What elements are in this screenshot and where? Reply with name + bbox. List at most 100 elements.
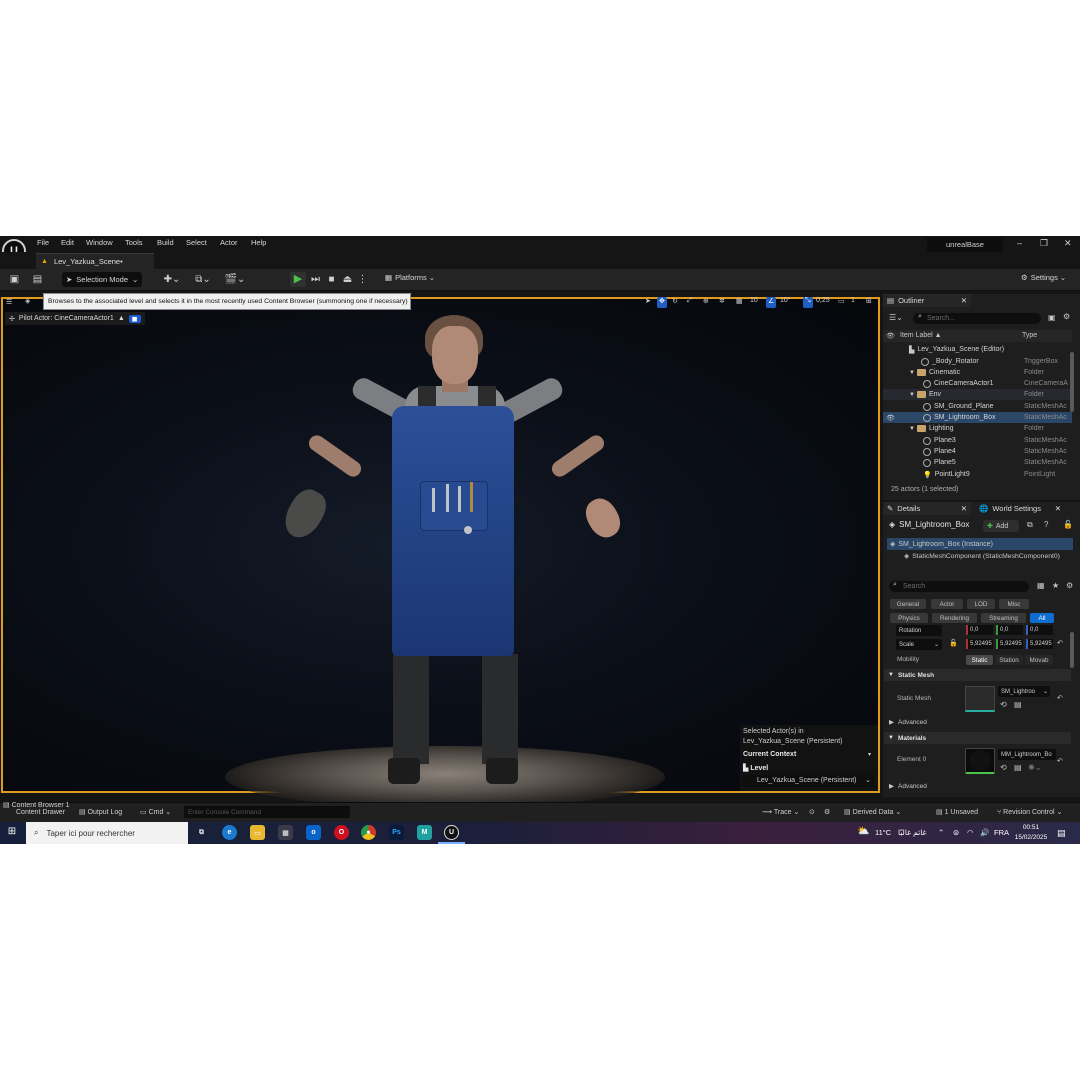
rotation-y-field[interactable]: 0,0 bbox=[996, 625, 1023, 635]
console-input[interactable]: Enter Console Command bbox=[184, 806, 350, 818]
close-icon[interactable]: ✕ bbox=[1055, 504, 1061, 513]
tree-row[interactable]: ▼ Lighting Folder bbox=[883, 423, 1072, 434]
rotate-tool-icon[interactable]: ↻ bbox=[672, 297, 678, 308]
perspective-icon[interactable]: ◈ bbox=[25, 297, 30, 308]
scale-x-field[interactable]: 5,92495 bbox=[966, 639, 993, 649]
output-log-button[interactable]: ▤ Output Log bbox=[79, 808, 122, 816]
photoshop-icon[interactable]: Ps bbox=[389, 825, 404, 840]
filter-lod[interactable]: LOD bbox=[967, 599, 995, 609]
maximize-icon[interactable]: ❐ bbox=[1040, 238, 1048, 249]
layout-icon[interactable]: ⊞ bbox=[866, 297, 872, 308]
play-icon[interactable]: ▶ bbox=[290, 272, 306, 287]
menu-window[interactable]: Window bbox=[86, 238, 113, 247]
component-instance-row[interactable]: ◈ SM_Lightroom_Box (Instance) bbox=[887, 538, 1073, 550]
filter-icon[interactable]: ☰⌄ bbox=[889, 313, 903, 322]
filter-misc[interactable]: Misc bbox=[999, 599, 1029, 609]
advanced-toggle[interactable]: ▶ Advanced bbox=[889, 718, 927, 727]
volume-icon[interactable]: 🔊 bbox=[980, 828, 989, 837]
chevron-down-icon[interactable]: ▾ bbox=[868, 751, 871, 758]
content-drawer-button[interactable]: ▤ Content Browser 1 Content Drawer bbox=[3, 802, 70, 816]
maya-icon[interactable]: M bbox=[417, 825, 432, 840]
static-mesh-dropdown[interactable]: SM_Lightroo ⌄ bbox=[998, 686, 1050, 697]
scale-snap-icon[interactable]: ⤡ bbox=[803, 297, 813, 308]
scale-y-field[interactable]: 5,92495 bbox=[996, 639, 1023, 649]
tab-level[interactable]: ▲ Lev_Yazkua_Scene• bbox=[36, 253, 154, 269]
level-dropdown[interactable]: Lev_Yazkua_Scene (Persistent) ⌄ bbox=[743, 775, 875, 787]
advanced-toggle[interactable]: ▶ Advanced bbox=[889, 782, 927, 791]
save-icon[interactable]: ▣ bbox=[8, 273, 21, 286]
eject-pilot-icon[interactable]: ▲ bbox=[118, 315, 125, 322]
expand-arrow-icon[interactable]: ▼ bbox=[909, 392, 915, 398]
mobility-static[interactable]: Static bbox=[966, 655, 993, 665]
blueprint-icon[interactable]: ⧉⌄ bbox=[192, 273, 214, 286]
rotation-x-field[interactable]: 0,0 bbox=[966, 625, 993, 635]
lock-icon[interactable]: 🔓 bbox=[949, 639, 958, 647]
add-component-button[interactable]: ✚ Add bbox=[983, 520, 1019, 532]
edge-icon[interactable]: e bbox=[222, 825, 237, 840]
texture-icon[interactable]: ✺⌄ bbox=[1028, 763, 1041, 772]
tab-details[interactable]: ✎ Details ✕ bbox=[883, 502, 971, 515]
mobility-stationary[interactable]: Station bbox=[995, 655, 1023, 665]
gear-icon[interactable]: ⚙ bbox=[1066, 581, 1073, 590]
grid-view-icon[interactable]: ▦ bbox=[1037, 581, 1045, 590]
gear-icon[interactable]: ⚙ bbox=[824, 808, 830, 816]
menu-actor[interactable]: Actor bbox=[220, 238, 238, 247]
tree-row[interactable]: CineCameraActor1 CineCameraA bbox=[883, 378, 1072, 389]
filter-streaming[interactable]: Streaming bbox=[981, 613, 1026, 623]
filter-actor[interactable]: Actor bbox=[931, 599, 963, 609]
unsaved-button[interactable]: ▤ 1 Unsaved bbox=[936, 808, 978, 816]
scale-z-field[interactable]: 5,92495 bbox=[1026, 639, 1053, 649]
use-selected-icon[interactable]: ⟲ bbox=[1000, 700, 1007, 709]
cinematics-icon[interactable]: 🎬⌄ bbox=[224, 273, 246, 286]
language-indicator[interactable]: FRA bbox=[994, 828, 1009, 837]
tree-row[interactable]: _Body_Rotator TriggerBox bbox=[883, 356, 1072, 367]
tree-row[interactable]: ▼ Cinematic Folder bbox=[883, 367, 1072, 378]
more-icon[interactable]: ⋮ bbox=[356, 273, 369, 286]
weather-icon[interactable]: ⛅ bbox=[857, 826, 869, 837]
grid-snap-icon[interactable]: ▦ bbox=[736, 297, 743, 308]
details-search-input[interactable]: Search bbox=[889, 581, 1029, 592]
rotation-z-field[interactable]: 0,0 bbox=[1026, 625, 1053, 635]
platforms-button[interactable]: ▦ Platforms ⌄ bbox=[385, 273, 435, 282]
reset-icon[interactable]: ↶ bbox=[1057, 639, 1063, 647]
add-folder-icon[interactable]: ▣ bbox=[1048, 313, 1056, 322]
content-browser-icon[interactable]: ▤ bbox=[31, 273, 44, 286]
menu-build[interactable]: Build bbox=[157, 238, 174, 247]
tree-row[interactable]: 💡 PointLight9 PointLight bbox=[883, 469, 1072, 480]
filter-rendering[interactable]: Rendering bbox=[932, 613, 977, 623]
tree-row[interactable]: ▙ Lev_Yazkua_Scene (Editor) bbox=[883, 344, 1072, 355]
browse-icon[interactable]: ▤ bbox=[1014, 763, 1022, 772]
close-icon[interactable]: ✕ bbox=[961, 504, 967, 513]
settings-button[interactable]: ⚙ Settings ⌄ bbox=[1021, 273, 1066, 282]
tree-row[interactable]: Plane4 StaticMeshAc bbox=[883, 446, 1072, 457]
star-icon[interactable]: ★ bbox=[1052, 581, 1059, 590]
column-item-label[interactable]: Item Label ▲ bbox=[900, 332, 942, 339]
tree-row[interactable]: ▼ Env Folder bbox=[883, 389, 1072, 401]
tab-world-settings[interactable]: 🌐 World Settings ✕ bbox=[975, 502, 1065, 515]
windows-start-icon[interactable]: ⊞ bbox=[6, 826, 18, 838]
close-icon[interactable]: ✕ bbox=[961, 296, 967, 305]
camera-speed-icon[interactable]: ▭ bbox=[838, 297, 845, 308]
lock-icon[interactable]: 🔓 bbox=[1063, 520, 1073, 529]
menu-file[interactable]: File bbox=[37, 238, 49, 247]
rotation-dropdown[interactable]: Rotation bbox=[896, 625, 942, 636]
filter-all[interactable]: All bbox=[1030, 613, 1054, 623]
help-icon[interactable]: ? bbox=[1044, 520, 1048, 529]
visibility-icon[interactable]: 👁 bbox=[886, 414, 895, 422]
filter-physics[interactable]: Physics bbox=[890, 613, 928, 623]
clock[interactable]: 00:51 15/02/2025 bbox=[1014, 823, 1048, 843]
scale-tool-icon[interactable]: ⤢ bbox=[687, 297, 693, 308]
material-dropdown[interactable]: MM_Lightroom_Bo bbox=[998, 749, 1056, 760]
tab-outliner[interactable]: ▤ Outliner ✕ bbox=[883, 294, 971, 307]
selection-mode-dropdown[interactable]: ➤ Selection Mode ⌄ bbox=[62, 272, 142, 287]
camera-speed-value[interactable]: 1 bbox=[851, 297, 855, 308]
select-tool-icon[interactable]: ➤ bbox=[645, 297, 651, 308]
task-view-icon[interactable]: ⧉ bbox=[194, 825, 209, 840]
menu-edit[interactable]: Edit bbox=[61, 238, 74, 247]
network-icon[interactable]: ⊜ bbox=[953, 828, 959, 837]
tree-row[interactable]: Plane3 StaticMeshAc bbox=[883, 435, 1072, 446]
surface-snap-icon[interactable]: ✲ bbox=[719, 297, 725, 308]
menu-help[interactable]: Help bbox=[251, 238, 266, 247]
wifi-icon[interactable]: ◠ bbox=[967, 828, 974, 837]
file-explorer-icon[interactable]: ▭ bbox=[250, 825, 265, 840]
